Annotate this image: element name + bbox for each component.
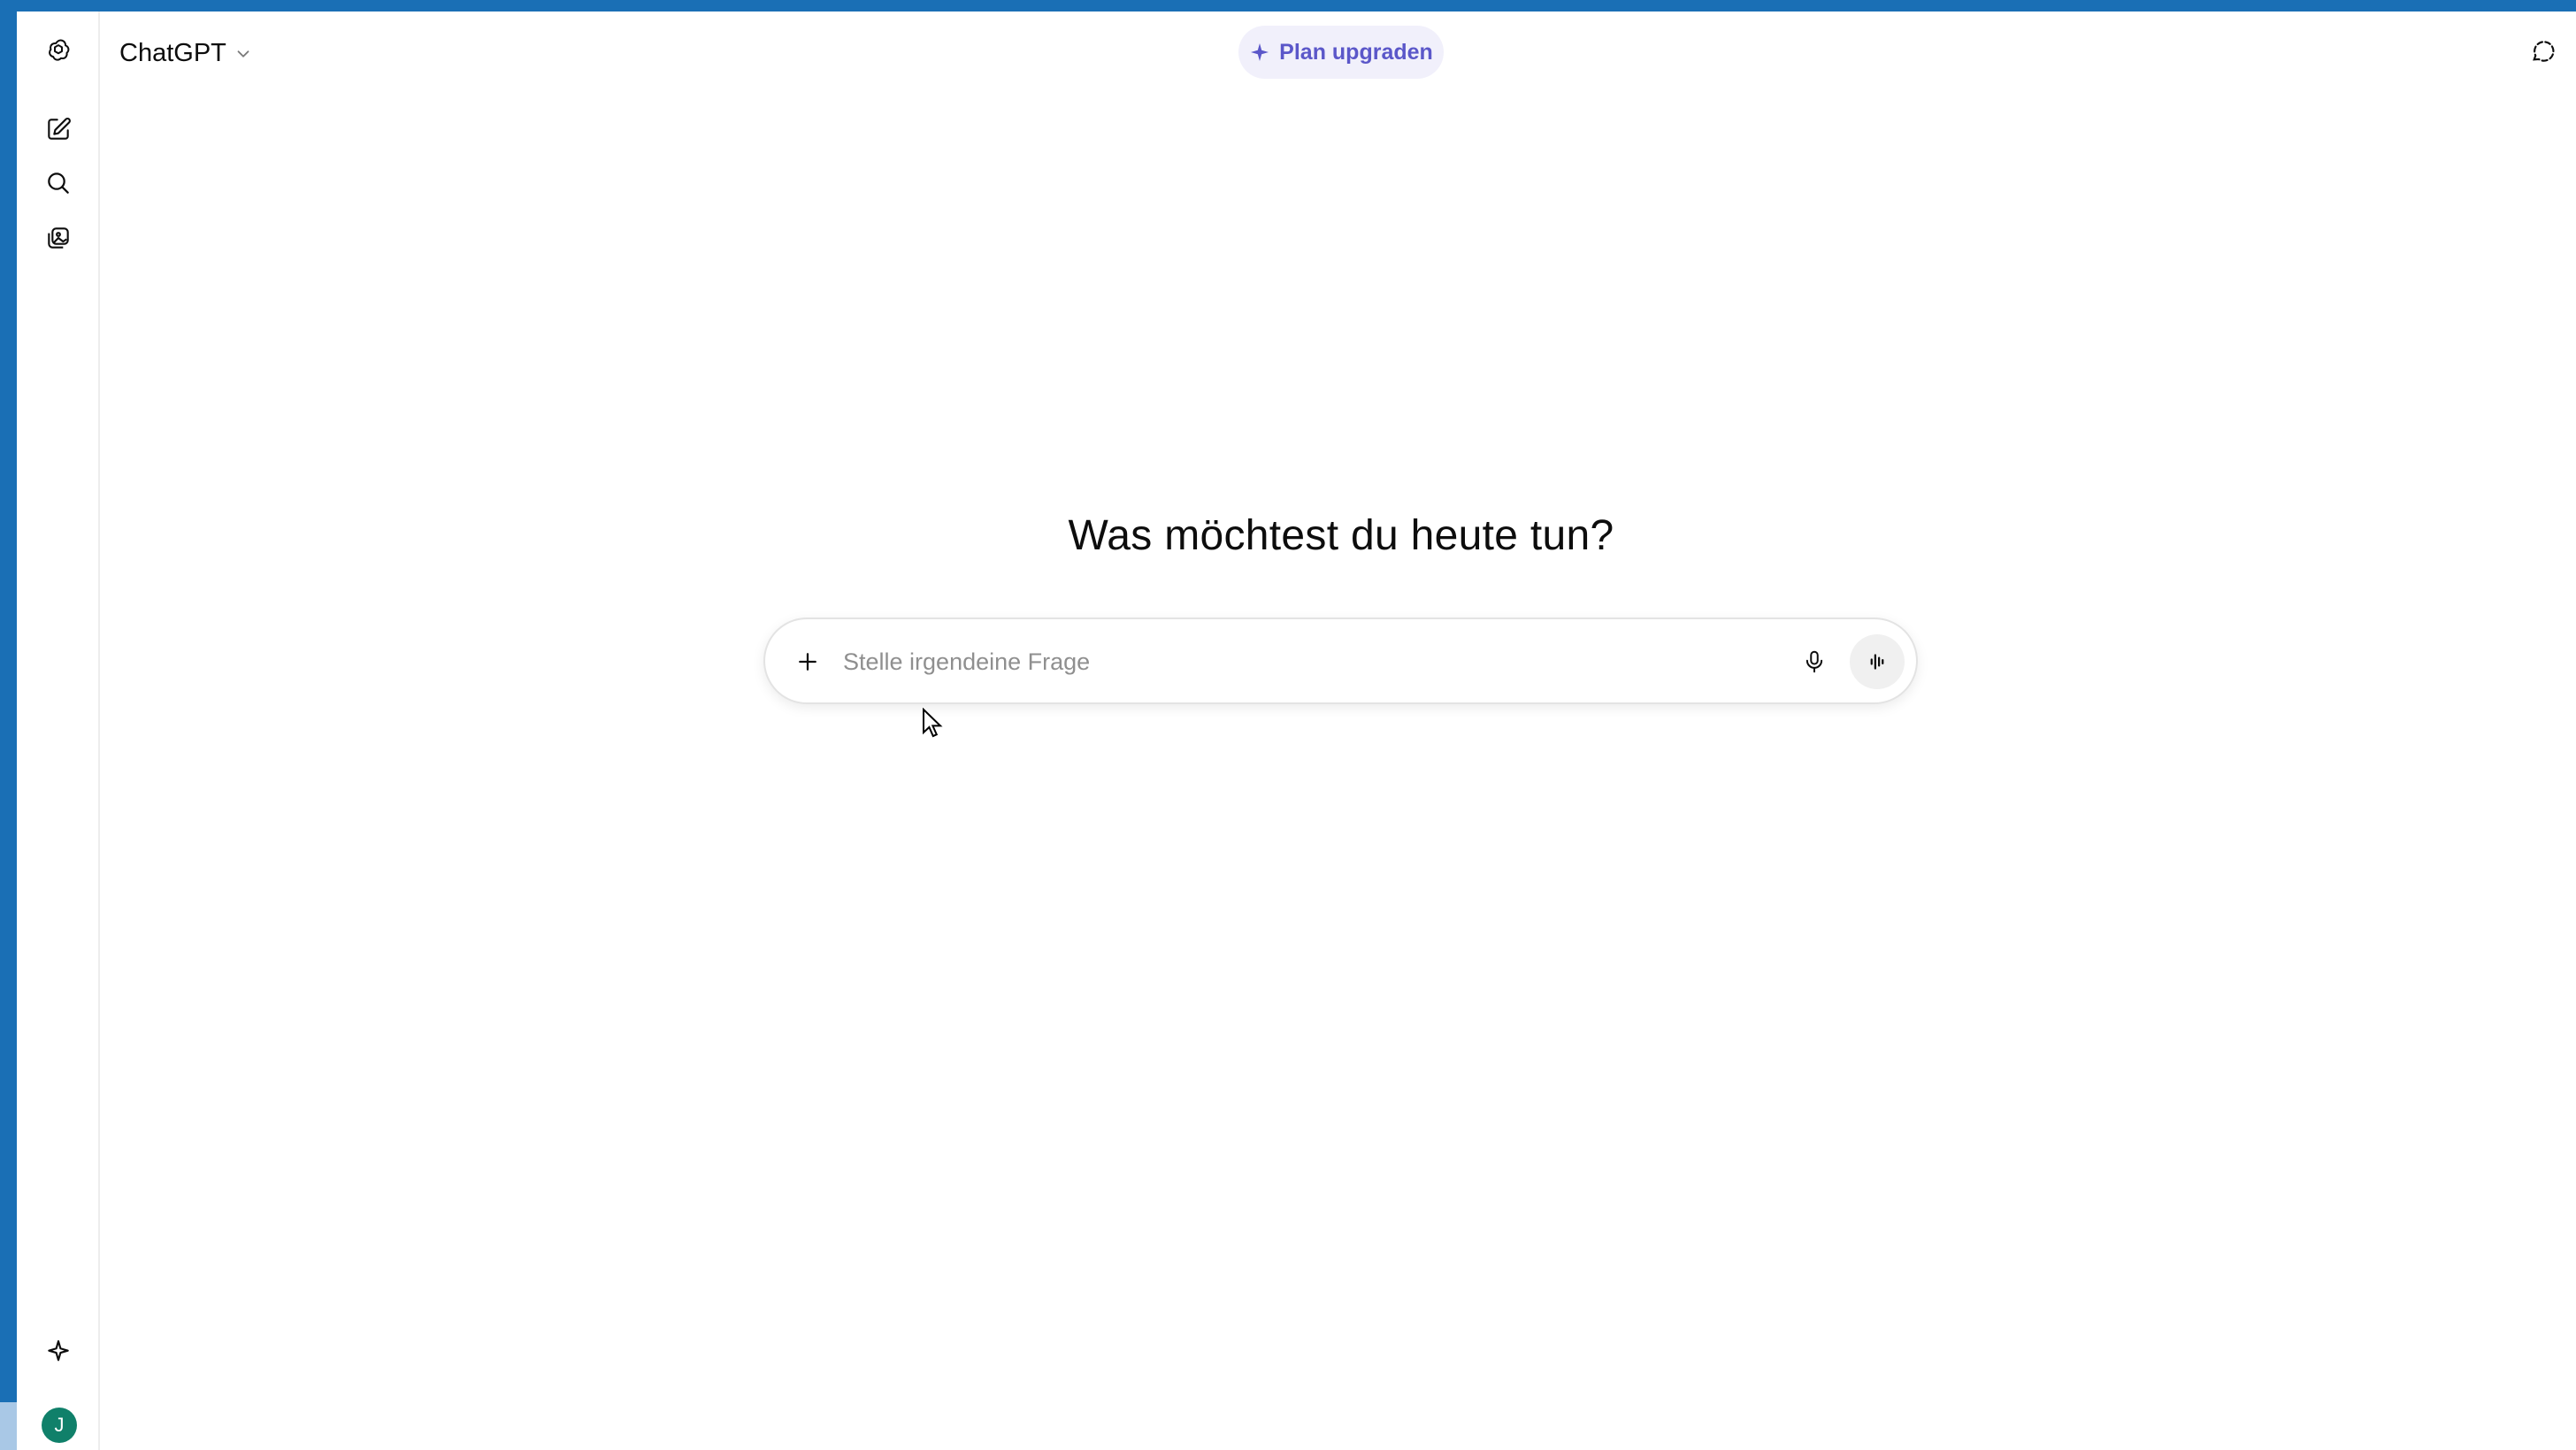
- upgrade-plan-label: Plan upgraden: [1279, 39, 1433, 65]
- window-frame-left-accent: [0, 1402, 17, 1450]
- mouse-cursor-icon: [923, 708, 943, 738]
- sparkle-icon: [1251, 43, 1269, 61]
- openai-logo-icon[interactable]: [42, 35, 75, 68]
- voice-mode-icon: [1870, 654, 1884, 670]
- voice-mode-button[interactable]: [1850, 634, 1905, 689]
- plus-icon: [799, 653, 816, 671]
- temporary-chat-icon: [2533, 41, 2555, 62]
- model-switcher[interactable]: ChatGPT: [119, 32, 253, 74]
- sidebar: J: [17, 12, 100, 1450]
- dictate-button[interactable]: [1795, 642, 1834, 681]
- library-icon[interactable]: [42, 221, 75, 255]
- upgrade-plan-button[interactable]: Plan upgraden: [1238, 26, 1444, 79]
- new-chat-icon[interactable]: [42, 112, 75, 146]
- search-icon[interactable]: [42, 166, 75, 200]
- chevron-down-icon: [237, 50, 249, 58]
- temporary-chat-button[interactable]: [2526, 35, 2558, 67]
- window-frame-top: [0, 0, 2576, 12]
- window-frame-left: [0, 0, 17, 1450]
- microphone-icon: [1806, 650, 1823, 673]
- sparkle-icon[interactable]: [42, 1335, 75, 1369]
- page-title: Was möchtest du heute tun?: [1068, 512, 1614, 559]
- composer: [763, 618, 1918, 704]
- model-name: ChatGPT: [119, 38, 226, 67]
- add-attachment-button[interactable]: [790, 644, 825, 679]
- prompt-input[interactable]: [843, 641, 1728, 683]
- avatar[interactable]: J: [42, 1408, 77, 1443]
